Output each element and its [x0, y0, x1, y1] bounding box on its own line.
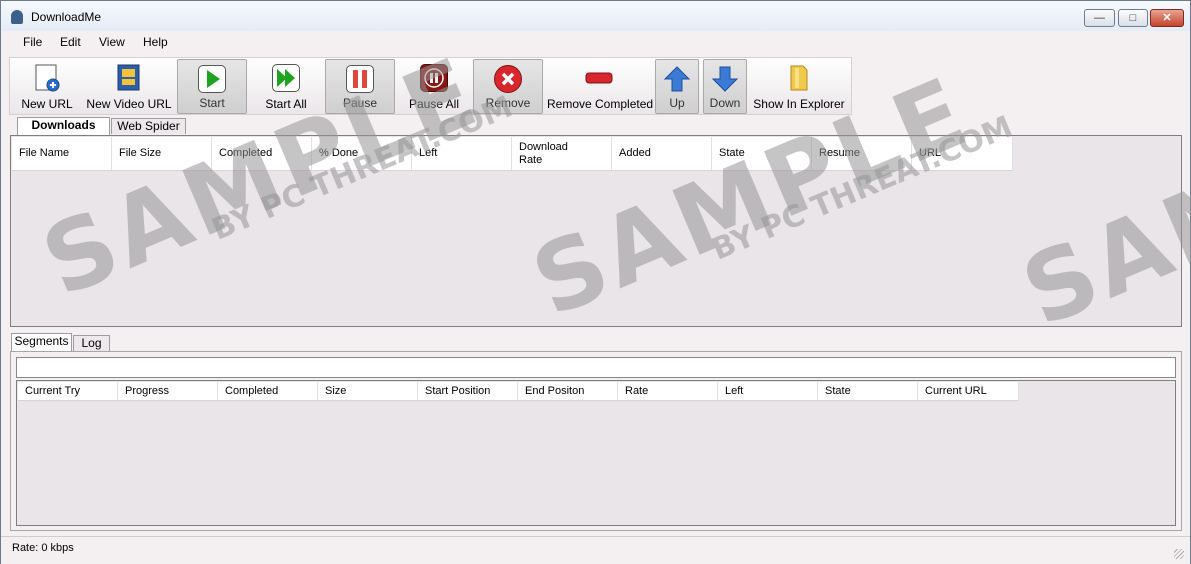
- pause-icon: [346, 65, 374, 93]
- column-header-download-rate[interactable]: Download Rate: [512, 137, 612, 170]
- column-header-completed[interactable]: Completed: [212, 137, 312, 170]
- column-header-url[interactable]: URL: [912, 137, 1013, 170]
- column-header-seg-completed[interactable]: Completed: [218, 382, 318, 400]
- column-header-added[interactable]: Added: [612, 137, 712, 170]
- pause-all-icon: [420, 64, 448, 92]
- column-header-progress[interactable]: Progress: [118, 382, 218, 400]
- play-icon: [198, 65, 226, 93]
- tab-segments[interactable]: Segments: [11, 333, 72, 352]
- title-bar[interactable]: DownloadMe — □ ✕: [1, 1, 1190, 31]
- column-header-left[interactable]: Left: [412, 137, 512, 170]
- new-url-label: New URL: [21, 97, 73, 111]
- resize-grip[interactable]: [1174, 549, 1184, 559]
- menu-help[interactable]: Help: [143, 35, 168, 49]
- column-header-start-position[interactable]: Start Position: [418, 382, 518, 400]
- close-button[interactable]: ✕: [1150, 9, 1184, 27]
- minimize-button[interactable]: —: [1084, 9, 1115, 27]
- window-title: DownloadMe: [31, 10, 102, 24]
- pause-all-label: Pause All: [408, 97, 460, 111]
- start-label: Start: [199, 96, 225, 110]
- column-header-end-position[interactable]: End Positon: [518, 382, 618, 400]
- tab-web-spider[interactable]: Web Spider: [111, 118, 186, 134]
- remove-icon: [494, 65, 522, 93]
- down-button[interactable]: Down: [703, 59, 747, 114]
- downloads-grid-header: File Name File Size Completed % Done Lef…: [12, 137, 1013, 171]
- column-header-state[interactable]: State: [712, 137, 812, 170]
- column-header-size[interactable]: Size: [318, 382, 418, 400]
- segments-panel: Current Try Progress Completed Size Star…: [10, 351, 1182, 531]
- start-all-label: Start All: [265, 97, 307, 111]
- column-header-rate[interactable]: Rate: [618, 382, 718, 400]
- segments-grid-header: Current Try Progress Completed Size Star…: [18, 382, 1019, 401]
- app-window: DownloadMe — □ ✕ File Edit View Help New…: [0, 0, 1191, 564]
- status-bar: Rate: 0 kbps: [1, 536, 1190, 564]
- menu-edit[interactable]: Edit: [60, 35, 81, 49]
- menu-view[interactable]: View: [99, 35, 125, 49]
- new-url-button[interactable]: New URL: [13, 59, 81, 114]
- pause-button[interactable]: Pause: [325, 59, 395, 114]
- column-header-file-name[interactable]: File Name: [12, 137, 112, 170]
- tab-downloads[interactable]: Downloads: [17, 117, 110, 135]
- downloads-grid[interactable]: File Name File Size Completed % Done Lef…: [10, 135, 1182, 327]
- maximize-button[interactable]: □: [1118, 9, 1148, 27]
- column-header-resume[interactable]: Resume: [812, 137, 912, 170]
- column-header-current-url[interactable]: Current URL: [918, 382, 1019, 400]
- down-label: Down: [709, 96, 741, 110]
- tab-log[interactable]: Log: [73, 335, 110, 351]
- new-video-url-button[interactable]: New Video URL: [85, 59, 173, 114]
- remove-completed-label: Remove Completed: [547, 97, 654, 111]
- segments-grid[interactable]: Current Try Progress Completed Size Star…: [16, 380, 1176, 526]
- play-all-icon: [272, 64, 300, 92]
- column-header-current-try[interactable]: Current Try: [18, 382, 118, 400]
- show-in-explorer-label: Show In Explorer: [753, 97, 845, 111]
- start-button[interactable]: Start: [177, 59, 247, 114]
- up-label: Up: [669, 96, 685, 110]
- status-rate: Rate: 0 kbps: [12, 542, 74, 554]
- pause-label: Pause: [342, 96, 378, 110]
- menu-bar: File Edit View Help: [1, 31, 1190, 54]
- menu-file[interactable]: File: [23, 35, 42, 49]
- app-icon: [11, 10, 23, 24]
- folder-icon: [785, 64, 813, 92]
- pause-all-button[interactable]: Pause All: [399, 59, 469, 114]
- arrow-up-icon: [663, 65, 691, 93]
- column-header-seg-state[interactable]: State: [818, 382, 918, 400]
- start-all-button[interactable]: Start All: [251, 59, 321, 114]
- show-in-explorer-button[interactable]: Show In Explorer: [751, 59, 847, 114]
- segments-progress-bar: [16, 357, 1176, 378]
- remove-button[interactable]: Remove: [473, 59, 543, 114]
- column-header-seg-left[interactable]: Left: [718, 382, 818, 400]
- new-video-url-icon: [115, 64, 143, 92]
- column-header-percent-done[interactable]: % Done: [312, 137, 412, 170]
- arrow-down-icon: [711, 65, 739, 93]
- toolbar: New URL New Video URL Start Start All Pa…: [9, 57, 852, 115]
- remove-completed-button[interactable]: Remove Completed: [547, 59, 654, 114]
- new-video-url-label: New Video URL: [86, 97, 172, 111]
- remove-label: Remove: [485, 96, 531, 110]
- column-header-file-size[interactable]: File Size: [112, 137, 212, 170]
- new-url-icon: [33, 64, 61, 92]
- remove-completed-icon: [585, 64, 613, 92]
- up-button[interactable]: Up: [655, 59, 699, 114]
